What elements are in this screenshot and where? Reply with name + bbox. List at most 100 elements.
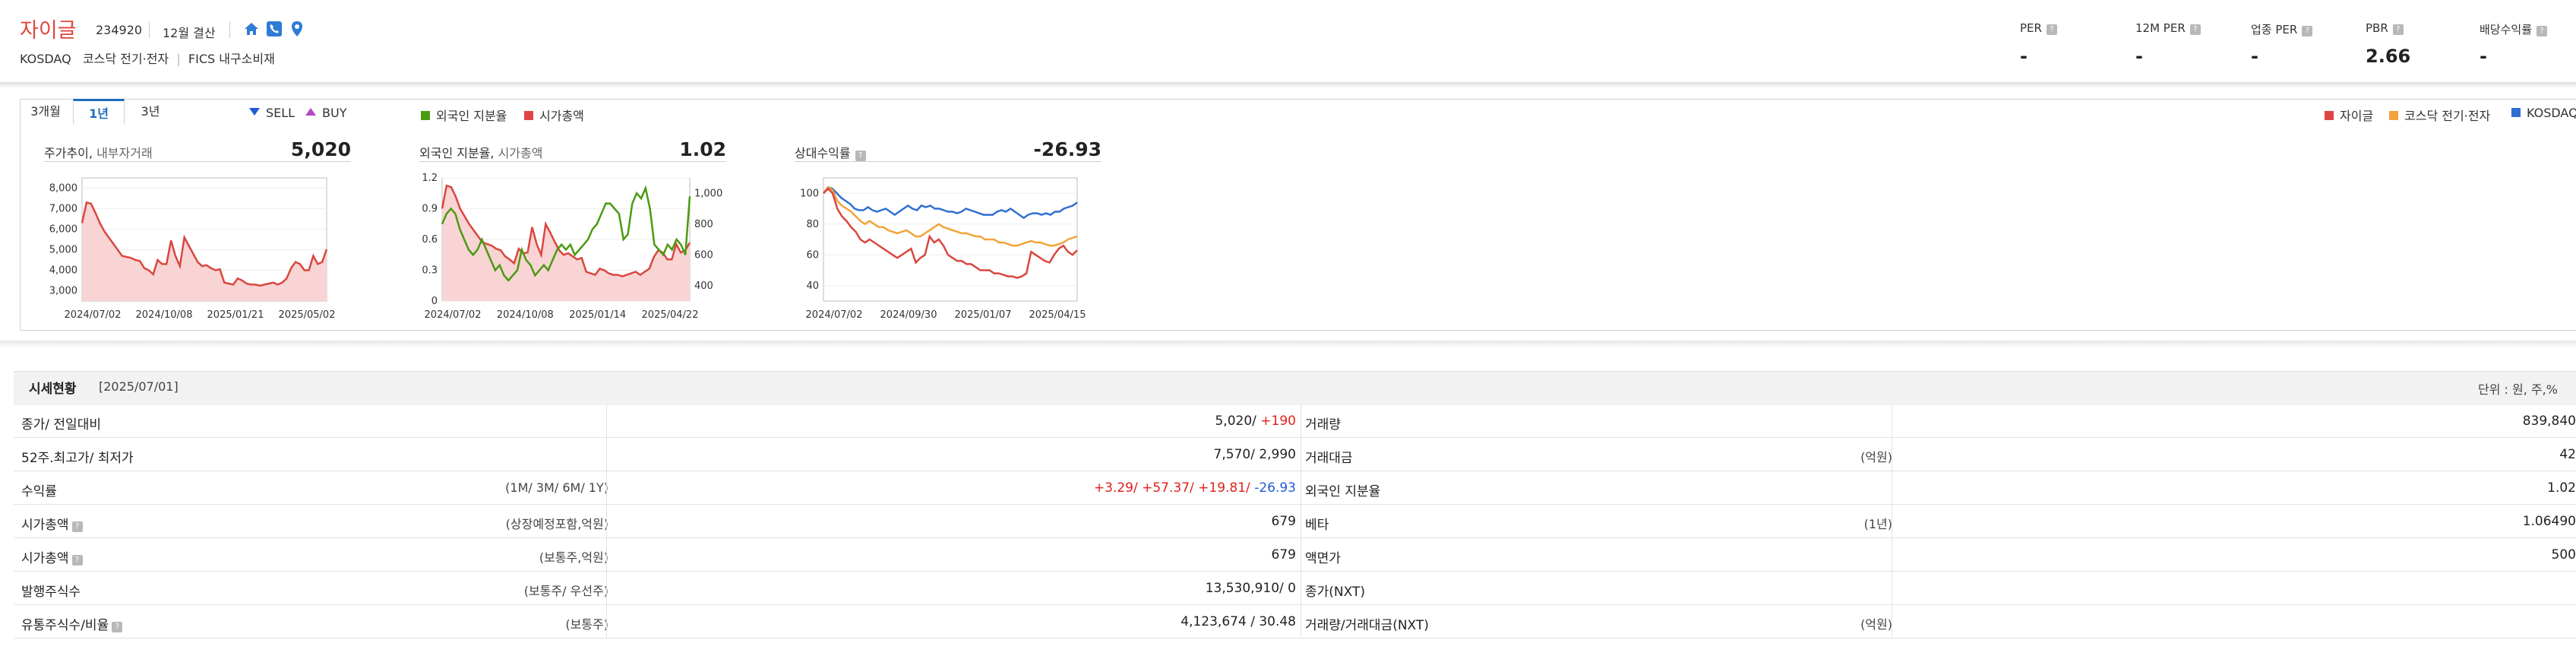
x-tick-label: 2025/04/22: [642, 309, 699, 321]
price-chart: 8,000 7,000 6,000 5,000 4,000 3,000 2024/07/02…: [49, 177, 335, 321]
help-icon[interactable]: ?: [71, 555, 83, 566]
y2-tick-label: 400: [694, 280, 713, 292]
row-sublabel: (상장예정포함,억원): [505, 517, 608, 531]
metric-dividend-value: -: [2480, 46, 2487, 67]
metric-pbr-value: 2.66: [2366, 46, 2411, 67]
row-sublabel: (1년): [1863, 517, 1892, 531]
tab-3-months[interactable]: 3개월: [20, 99, 71, 125]
row-value: 1.06490: [2522, 514, 2576, 529]
y-tick-label: 100: [800, 188, 819, 199]
column-divider: [606, 404, 607, 639]
settlement-month: 12월 결산: [163, 26, 216, 40]
buy-triangle-icon: [305, 108, 316, 116]
home-icon[interactable]: [243, 21, 260, 37]
fics-name: FICS 내구소비재: [188, 52, 275, 66]
market-classification: KOSDAQ 코스닥 전기·전자 | FICS 내구소비재: [20, 49, 275, 67]
row-label: 거래량: [1305, 417, 1341, 433]
row-value: 5,020/ +190: [1215, 414, 1296, 429]
metric-per-value: -: [2020, 46, 2028, 67]
help-icon[interactable]: ?: [2189, 24, 2201, 35]
row-sublabel: (보통주,억원): [539, 550, 608, 565]
row-label: 52주.최고가/ 최저가: [21, 451, 134, 466]
row-label: 베타: [1305, 518, 1329, 533]
legend-kosdaq: KOSDAQ: [2511, 106, 2576, 120]
y-tick-label: 3,000: [49, 286, 77, 297]
legend-sell[interactable]: SELL: [249, 106, 295, 120]
tab-3-years[interactable]: 3년: [125, 99, 176, 125]
help-icon[interactable]: ?: [71, 521, 83, 532]
table-row: 52주.최고가/ 최저가 7,570/ 2,990 거래대금 (억원) 42: [14, 438, 2576, 471]
row-value: 500: [2551, 547, 2576, 563]
y-tick-label: 1.2: [422, 173, 438, 184]
metric-dividend-label: 배당수익률?: [2480, 21, 2548, 37]
x-tick-label: 2025/01/21: [207, 309, 264, 321]
table-row: 발행주식수 (보통주/ 우선주) 13,530,910/ 0 종가(NXT): [14, 572, 2576, 605]
row-sublabel: (보통주/ 우선주): [523, 584, 608, 598]
legend-market-cap: 시가총액: [524, 106, 584, 124]
chart-panel: [20, 99, 2576, 331]
legend-buy[interactable]: BUY: [305, 106, 346, 120]
sector-name: 코스닥 전기·전자: [82, 52, 169, 66]
x-tick-label: 2024/07/02: [65, 309, 122, 321]
row-label: 종가/ 전일대비: [21, 417, 101, 433]
help-icon[interactable]: ?: [2046, 24, 2057, 35]
sell-triangle-icon: [249, 108, 260, 116]
help-icon[interactable]: ?: [2536, 26, 2548, 36]
help-icon[interactable]: ?: [112, 622, 123, 632]
row-value: 679: [1271, 514, 1296, 529]
row-value: 4,123,674 / 30.48: [1181, 614, 1296, 629]
unit-label: 단위 : 원, 주,%: [2478, 382, 2558, 397]
help-icon[interactable]: ?: [2392, 24, 2404, 35]
table-row: 시가총액? (보통주,억원) 679 액면가 500: [14, 538, 2576, 572]
row-label: 액면가: [1305, 551, 1341, 566]
metric-12m-per-label: 12M PER?: [2135, 21, 2201, 35]
table-row: 유통주식수/비율? (보통주) 4,123,674 / 30.48 거래량/거래대금…: [14, 605, 2576, 639]
market-table-title: 시세현황: [29, 382, 77, 397]
metric-sector-per-value: -: [2251, 46, 2258, 67]
metric-sector-per-label: 업종 PER?: [2251, 21, 2313, 37]
company-name: 자이글: [20, 19, 77, 43]
table-row: 시가총액? (상장예정포함,억원) 679 베타 (1년) 1.06490: [14, 505, 2576, 538]
y2-tick-label: 1,000: [694, 188, 722, 199]
row-label: 유통주식수/비율?: [21, 614, 123, 633]
row-value: 679: [1271, 547, 1296, 563]
row-label: 거래대금: [1305, 451, 1353, 466]
location-pin-icon[interactable]: [289, 21, 305, 37]
row-sublabel: (1M/ 3M/ 6M/ 1Y): [505, 480, 608, 495]
market-table-header: [14, 371, 2576, 405]
y-tick-label: 6,000: [49, 224, 77, 236]
market-table-date: [2025/07/01]: [99, 379, 179, 394]
table-row: 수익률 (1M/ 3M/ 6M/ 1Y) +3.29/ +57.37/ +19.81…: [14, 471, 2576, 505]
phone-icon[interactable]: [266, 21, 283, 37]
header-divider: [229, 21, 230, 38]
tab-1-year[interactable]: 1년: [73, 99, 125, 125]
row-value: 42: [2559, 447, 2576, 462]
divider: [795, 161, 1102, 162]
row-label: 발행주식수: [21, 585, 81, 600]
legend-company: 자이글: [2325, 106, 2373, 124]
foreign-ratio-chart: 1.2 0.9 0.6 0.3 0 1,000 800 600 400 2024/07/02 202…: [422, 173, 722, 321]
x-tick-label: 2024/07/02: [806, 309, 863, 321]
stock-code: 234920: [96, 23, 143, 37]
y-tick-label: 80: [806, 219, 819, 230]
row-label: 시가총액?: [21, 547, 83, 566]
row-label: 외국인 지분율: [1305, 484, 1381, 499]
legend-foreign-ratio: 외국인 지분율: [421, 106, 507, 124]
help-icon[interactable]: ?: [2302, 26, 2313, 36]
row-label: 거래량/거래대금(NXT): [1305, 618, 1429, 633]
relative-chart-title: 상대수익률?: [795, 143, 866, 161]
market-name: KOSDAQ: [20, 52, 71, 66]
row-sublabel: (보통주): [565, 617, 608, 632]
row-sublabel: (억원): [1860, 617, 1892, 632]
help-icon[interactable]: ?: [855, 151, 866, 161]
divider: |: [172, 52, 185, 66]
y-tick-label: 4,000: [49, 265, 77, 277]
row-label: 시가총액?: [21, 514, 83, 533]
y2-tick-label: 600: [694, 249, 713, 261]
row-value: 1.02: [2547, 480, 2576, 496]
relative-return-chart: 100 80 60 40 2024/07/02 2024/09/30 2025/01/07 2…: [800, 177, 1086, 321]
row-value: 7,570/ 2,990: [1213, 447, 1296, 462]
x-tick-label: 2024/10/08: [136, 309, 193, 321]
y2-tick-label: 800: [694, 219, 713, 230]
returns-value: +3.29/ +57.37/ +19.81/ -26.93: [1093, 480, 1296, 496]
